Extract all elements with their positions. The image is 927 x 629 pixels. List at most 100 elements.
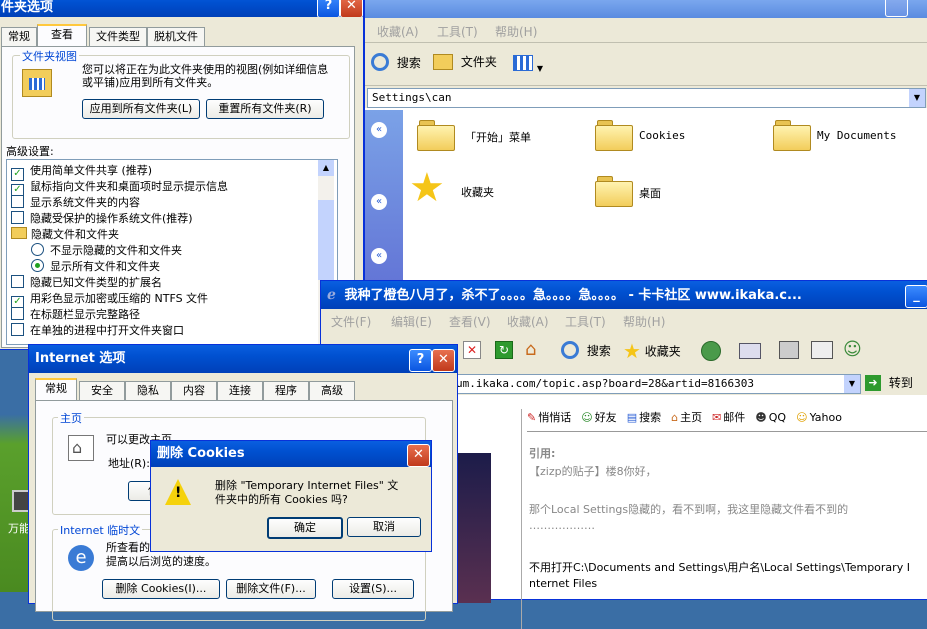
scroll-thumb[interactable] [318,200,334,280]
tab-content[interactable]: 内容 [171,381,217,400]
edit-icon[interactable] [811,341,833,359]
settings-button[interactable]: 设置(S)... [332,579,414,599]
forum-link[interactable]: ⌂ 主页 [671,411,702,424]
print-icon[interactable] [779,341,799,359]
tab-strip: 常规 查看 文件类型 脱机文件 [1,24,361,47]
home-page-icon: ⌂ [68,435,94,461]
favorites-button[interactable]: ★ 收藏夹 [623,339,681,363]
browser-menubar: 文件(F) 编辑(E) 查看(V) 收藏(A) 工具(T) 帮助(H) [321,309,927,331]
forum-link[interactable]: ☻ QQ [755,411,786,424]
tab-view[interactable]: 查看 [37,24,87,47]
checkbox[interactable] [11,307,24,320]
tab-connections[interactable]: 连接 [217,381,263,400]
close-button[interactable]: ✕ [407,444,430,467]
setting-row[interactable]: 显示系统文件夹的内容 [11,194,140,210]
menu-favorites[interactable]: 收藏(A) [507,313,549,330]
search-button[interactable]: 搜索 [371,53,421,75]
maximize-button[interactable] [885,0,908,17]
tab-file-types[interactable]: 文件类型 [89,27,147,46]
forum-link[interactable]: ☺ Yahoo [796,411,842,424]
setting-row[interactable]: 隐藏受保护的操作系统文件(推荐) [11,210,193,226]
reset-all-folders-button[interactable]: 重置所有文件夹(R) [206,99,324,119]
setting-row[interactable]: 在标题栏显示完整路径 [11,306,140,322]
stop-icon[interactable]: ✕ [463,341,481,359]
help-button[interactable]: ? [317,0,340,17]
go-button[interactable]: ➜ 转到 [865,374,913,392]
collapse-icon[interactable]: « [371,122,387,138]
ok-button[interactable]: 确定 [267,517,343,539]
checkbox[interactable] [11,195,24,208]
link-label: QQ [768,411,787,424]
collapse-icon[interactable]: « [371,248,387,264]
history-icon[interactable] [701,341,721,361]
setting-row[interactable]: 在单独的进程中打开文件夹窗口 [11,322,184,338]
checkbox[interactable] [11,323,24,336]
scroll-up-button[interactable]: ▲ [318,160,334,176]
folder-icon [595,176,633,207]
favorites-item[interactable]: ★ 收藏夹 [409,165,549,214]
setting-row[interactable]: ✓ 鼠标指向文件夹和桌面项时显示提示信息 [11,178,228,197]
setting-row[interactable]: ✓ 用彩色显示加密或压缩的 NTFS 文件 [11,290,208,309]
forum-link[interactable]: ✎ 悄悄话 [527,411,571,424]
tab-general[interactable]: 常规 [1,27,37,46]
forum-link[interactable]: ▤ 搜索 [627,411,661,424]
menu-favorites[interactable]: 收藏(A) [377,23,419,40]
tab-general[interactable]: 常规 [35,378,77,401]
radio-button[interactable] [31,243,44,256]
close-button[interactable]: ✕ [340,0,363,17]
folder-item[interactable]: Cookies [591,118,731,158]
search-button[interactable]: 搜索 [561,341,611,359]
setting-row[interactable]: 显示所有文件和文件夹 [31,258,160,274]
confirm-message: 件夹中的所有 Cookies 吗? [215,493,348,506]
folder-item[interactable]: 桌面 [591,174,731,214]
close-button[interactable]: ✕ [432,349,455,372]
home-icon[interactable]: ⌂ [525,339,536,360]
delete-files-button[interactable]: 删除文件(F)... [226,579,316,599]
tab-privacy[interactable]: 隐私 [125,381,171,400]
link-icon: ✎ [527,411,537,424]
address-input[interactable]: um.ikaka.com/topic.asp?board=28&artid=81… [441,374,861,394]
tab-advanced[interactable]: 高级 [309,381,355,400]
refresh-icon[interactable]: ↻ [495,341,513,359]
cancel-button[interactable]: 取消 [347,517,421,537]
menu-file[interactable]: 文件(F) [331,313,371,330]
menu-help[interactable]: 帮助(H) [623,313,665,330]
folder-icon[interactable] [11,227,27,239]
folder-item[interactable]: My Documents [769,118,919,158]
folder-item[interactable]: 「开始」菜单 [413,118,553,158]
setting-row[interactable]: ✓ 使用简单文件共享 (推荐) [11,162,152,181]
minimize-button[interactable]: _ [905,285,927,308]
folders-button[interactable]: 文件夹 [433,53,497,75]
search-icon [561,341,579,359]
mail-icon[interactable] [739,343,761,359]
help-button[interactable]: ? [409,349,432,372]
views-button[interactable]: ▼ [513,55,543,75]
messenger-icon[interactable]: ☺ [843,339,862,360]
content-divider [521,409,522,629]
menu-tools[interactable]: 工具(T) [437,23,478,40]
address-input[interactable]: Settings\can ▼ [367,88,926,108]
forum-link[interactable]: ☺ 好友 [581,411,616,424]
collapse-icon[interactable]: « [371,194,387,210]
setting-row[interactable]: 不显示隐藏的文件和文件夹 [31,242,182,258]
tab-offline-files[interactable]: 脱机文件 [147,27,205,46]
checkbox[interactable] [11,275,24,288]
apply-to-all-folders-button[interactable]: 应用到所有文件夹(L) [82,99,200,119]
delete-cookies-button[interactable]: 删除 Cookies(I)... [102,579,220,599]
setting-row[interactable]: 隐藏已知文件类型的扩展名 [11,274,162,290]
address-dropdown-button[interactable]: ▼ [844,375,860,393]
setting-row[interactable]: 隐藏文件和文件夹 [11,226,119,242]
forum-link[interactable]: ✉ 邮件 [712,411,745,424]
menu-tools[interactable]: 工具(T) [565,313,606,330]
menu-edit[interactable]: 编辑(E) [391,313,432,330]
menu-view[interactable]: 查看(V) [449,313,491,330]
browser-title: 我种了橙色八月了，杀不了。。。。急。。。。急。。。。 - 卡卡社区 www.ik… [344,288,802,303]
link-icon: ⌂ [671,411,679,424]
tab-programs[interactable]: 程序 [263,381,309,400]
radio-button[interactable] [31,259,44,272]
address-dropdown-button[interactable]: ▼ [909,89,925,107]
checkbox[interactable] [11,211,24,224]
menu-help[interactable]: 帮助(H) [495,23,537,40]
tab-security[interactable]: 安全 [79,381,125,400]
explorer-toolbar: 搜索 文件夹 ▼ [365,43,927,86]
